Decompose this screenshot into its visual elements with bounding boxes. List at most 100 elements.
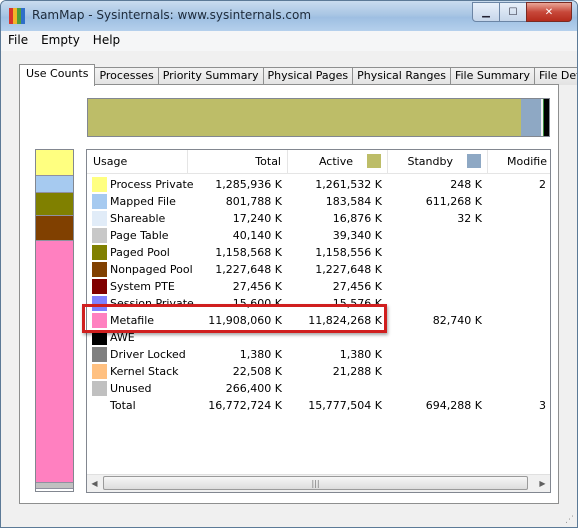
scroll-right-icon[interactable]: ▶ [535,476,550,491]
close-button[interactable]: ✕ [526,2,572,22]
row-active-value [288,380,382,397]
column-header-usage[interactable]: Usage [87,150,188,173]
row-standby-value [388,380,482,397]
row-total-value: 1,227,648 K [215,263,282,276]
row-modified-value [488,244,546,261]
table-row[interactable]: Total 16,772,724 K 15,777,504 K 694,288 K 3 [87,397,550,414]
usage-bar-segment [36,216,73,242]
table-row[interactable]: Mapped File 801,788 K 183,584 K 611,268 K [87,193,550,210]
table-row[interactable]: Shareable 17,240 K 16,876 K 32 K [87,210,550,227]
horizontal-scrollbar[interactable]: ◀ ||| ▶ [87,474,550,492]
memory-bar-segment [521,99,541,136]
row-usage-label: Shareable [110,212,166,225]
usage-bar-segment [36,176,73,193]
row-standby-value: 611,268 K [425,195,482,208]
column-header-modified[interactable]: Modifie [488,150,550,173]
maximize-icon: ☐ [508,6,518,18]
row-usage-label: Nonpaged Pool [110,263,193,276]
row-active-value: 15,777,504 K [308,399,382,412]
menu-empty[interactable]: Empty [34,31,86,51]
table-row[interactable]: Kernel Stack 22,508 K 21,288 K [87,363,550,380]
usage-bar-segment [36,241,73,484]
row-usage-label: Kernel Stack [110,365,179,378]
scroll-thumb[interactable]: ||| [103,476,528,490]
column-header-active[interactable]: Active [288,150,388,173]
table-row[interactable]: Paged Pool 1,158,568 K 1,158,556 K [87,244,550,261]
row-standby-value [388,261,482,278]
row-modified-value [488,312,546,329]
tab-physical-ranges[interactable]: Physical Ranges [352,67,451,85]
row-color-swatch [92,347,107,362]
row-usage-label: System PTE [110,280,175,293]
row-modified-value [488,210,546,227]
tab-priority-summary[interactable]: Priority Summary [157,67,264,85]
title-bar[interactable]: RamMap - Sysinternals: www.sysinternals.… [1,1,577,31]
modified-header-label: Modifie [507,155,547,168]
row-color-swatch [92,177,107,192]
list-header: Usage Total Active Standby Modifie [87,150,550,174]
table-row[interactable]: Driver Locked 1,380 K 1,380 K [87,346,550,363]
row-usage-label: Total [110,399,136,412]
memory-bar-segment [88,99,522,136]
tab-use-counts[interactable]: Use Counts [19,64,96,86]
row-standby-value: 694,288 K [425,399,482,412]
metafile-highlight-box [82,304,387,333]
row-modified-value [488,193,546,210]
table-row[interactable]: Process Private 1,285,936 K 1,261,532 K 248… [87,176,550,193]
table-row[interactable]: Nonpaged Pool 1,227,648 K 1,227,648 K [87,261,550,278]
table-row[interactable]: Page Table 40,140 K 39,340 K [87,227,550,244]
row-color-swatch [92,262,107,277]
row-active-value: 39,340 K [332,229,382,242]
row-modified-value [488,363,546,380]
row-active-value: 1,227,648 K [315,263,382,276]
rammap-app-icon [9,8,25,24]
menu-help[interactable]: Help [86,31,126,51]
tab-file-summary[interactable]: File Summary [449,67,536,85]
table-row[interactable]: System PTE 27,456 K 27,456 K [87,278,550,295]
row-active-value: 1,158,556 K [315,246,382,259]
row-color-swatch [92,245,107,260]
active-color-swatch [367,154,381,168]
usage-bar-segment [36,150,73,177]
app-icon-stripe [21,8,25,24]
row-active-value: 27,456 K [332,280,382,293]
usage-bar-segment [36,483,73,489]
row-usage-label: Paged Pool [110,246,170,259]
column-header-total[interactable]: Total [188,150,288,173]
row-usage-label: Mapped File [110,195,176,208]
row-total-value: 1,380 K [239,348,282,361]
resize-grip-icon[interactable]: ⋰ [565,515,575,525]
tab-physical-pages[interactable]: Physical Pages [262,67,354,85]
rammap-window: RamMap - Sysinternals: www.sysinternals.… [0,0,578,528]
row-modified-value [488,227,546,244]
row-standby-value: 32 K [457,212,482,225]
row-total-value: 1,285,936 K [215,178,282,191]
row-color-swatch [92,211,107,226]
row-total-value: 801,788 K [225,195,282,208]
total-header-label: Total [255,155,281,168]
tab-processes[interactable]: Processes [94,67,159,85]
scroll-left-icon[interactable]: ◀ [87,476,102,491]
row-total-value: 16,772,724 K [208,399,282,412]
row-standby-value [388,295,482,312]
minimize-button[interactable]: ▁ [472,2,500,22]
standby-color-swatch [467,154,481,168]
row-usage-label: Process Private [110,178,194,191]
row-modified-value [488,329,546,346]
row-total-value: 22,508 K [232,365,282,378]
row-modified-value [488,278,546,295]
row-active-value: 1,261,532 K [315,178,382,191]
menu-file[interactable]: File [1,31,34,51]
memory-state-bar [87,98,550,137]
row-modified-value [488,261,546,278]
column-header-standby[interactable]: Standby [388,150,488,173]
row-modified-value: 3 [539,399,546,412]
maximize-button[interactable]: ☐ [499,2,527,22]
row-standby-value: 82,740 K [432,314,482,327]
usage-breakdown-bar [35,149,74,492]
memory-bar-segment [544,99,549,136]
table-row[interactable]: Unused 266,400 K [87,380,550,397]
row-color-swatch [92,228,107,243]
tab-file-details[interactable]: File Details [534,67,577,85]
active-header-label: Active [318,155,353,168]
